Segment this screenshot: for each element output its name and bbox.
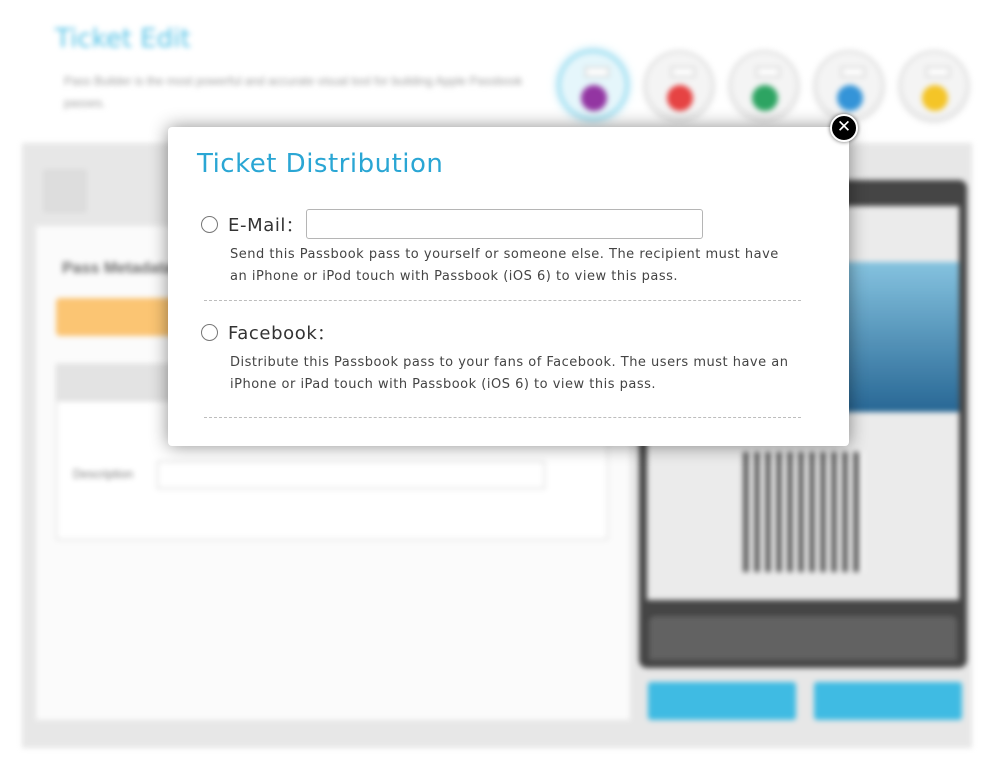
divider bbox=[204, 417, 801, 418]
facebook-option: Facebook： Distribute this Passbook pass … bbox=[201, 317, 821, 396]
divider bbox=[204, 300, 801, 301]
facebook-label: Facebook： bbox=[228, 323, 334, 344]
email-radio[interactable] bbox=[201, 216, 218, 233]
email-label: E-Mail： bbox=[228, 215, 303, 236]
email-option: E-Mail： Send this Passbook pass to yours… bbox=[201, 209, 821, 288]
facebook-description: Distribute this Passbook pass to your fa… bbox=[230, 355, 789, 392]
ticket-distribution-dialog: Ticket Distribution E-Mail： Send this Pa… bbox=[168, 127, 849, 446]
facebook-radio[interactable] bbox=[201, 324, 218, 341]
email-description: Send this Passbook pass to yourself or s… bbox=[230, 247, 779, 284]
dialog-title: Ticket Distribution bbox=[197, 149, 444, 179]
close-icon: ✕ bbox=[836, 117, 852, 137]
email-field[interactable] bbox=[306, 209, 703, 239]
close-button[interactable]: ✕ bbox=[830, 114, 858, 142]
